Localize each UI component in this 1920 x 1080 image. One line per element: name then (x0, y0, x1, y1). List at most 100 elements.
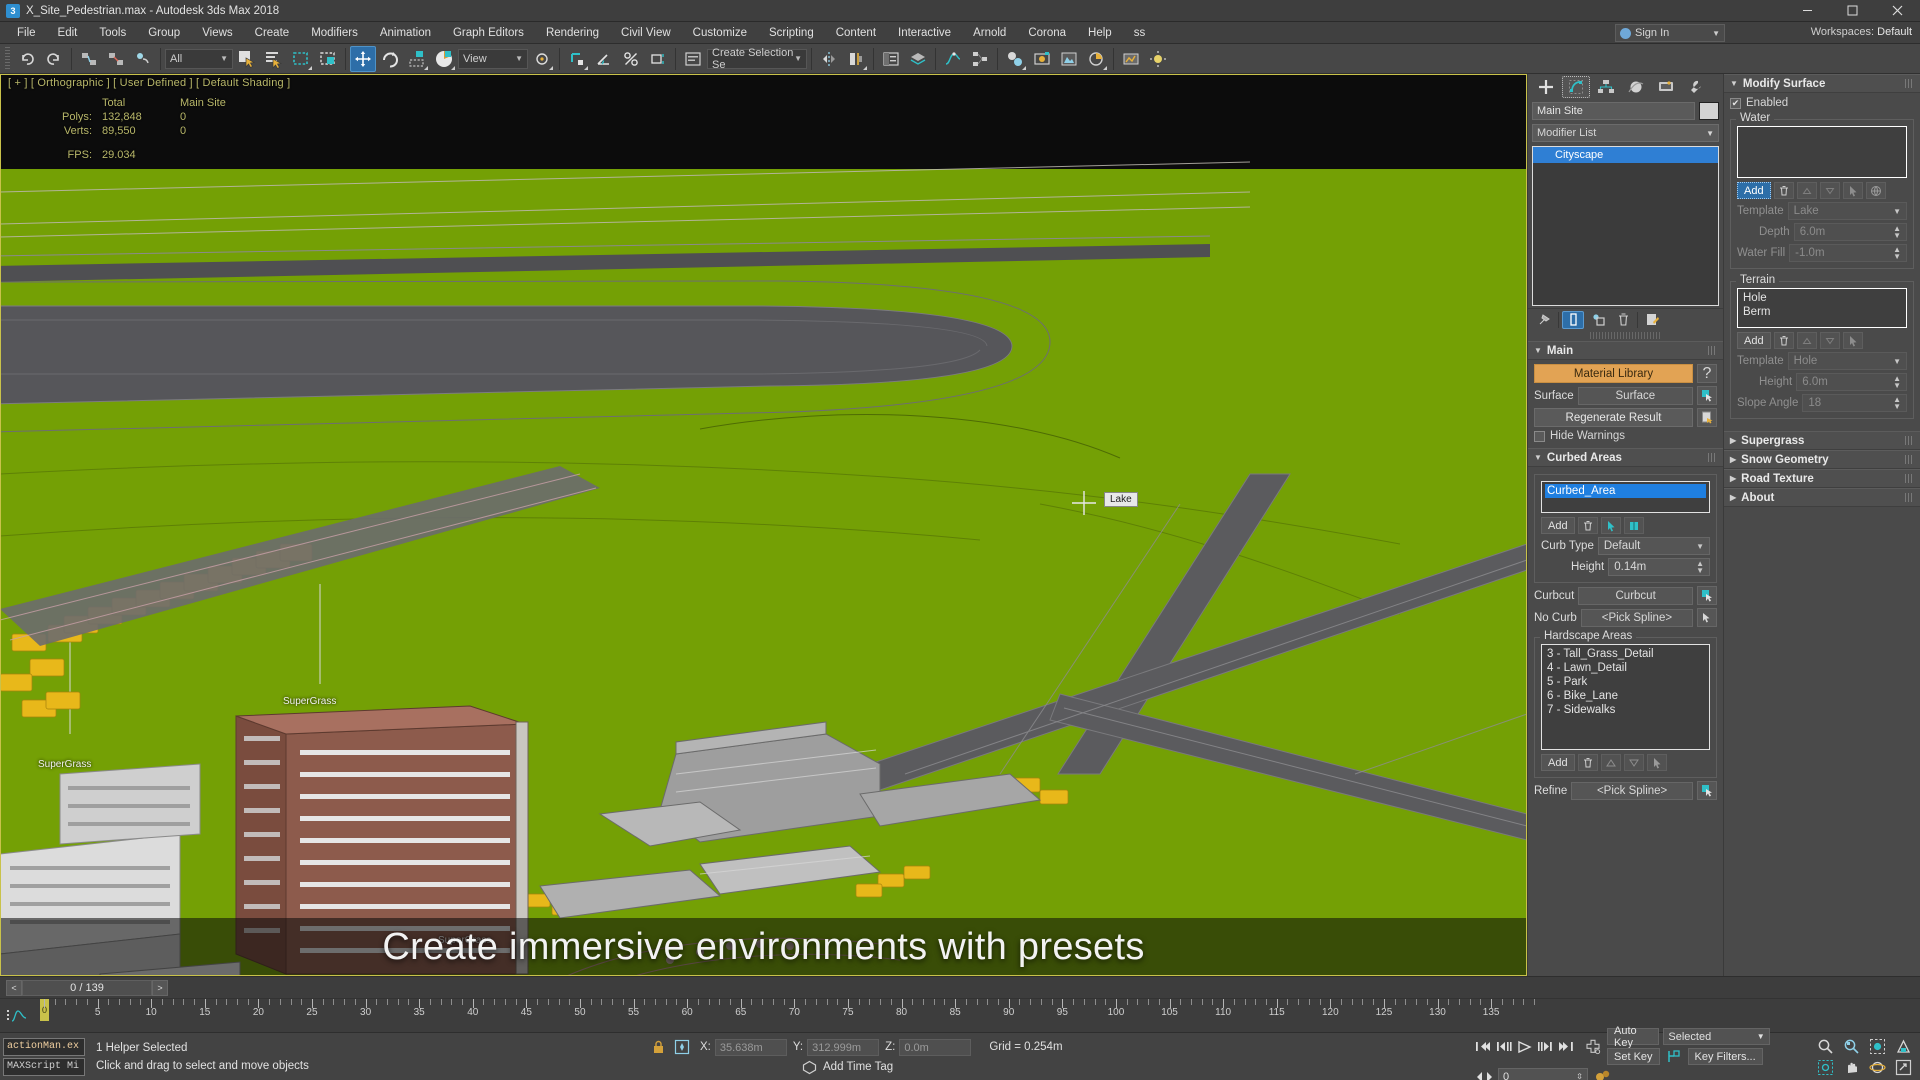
menu-arnold[interactable]: Arnold (962, 24, 1017, 42)
render-setup-button[interactable] (1029, 46, 1055, 72)
remove-modifier-button[interactable] (1612, 311, 1634, 329)
go-to-start-button[interactable] (1474, 1038, 1491, 1055)
snaps-toggle-button[interactable] (564, 46, 590, 72)
hardscape-pick-button[interactable] (1646, 754, 1667, 771)
time-configuration-button[interactable] (1592, 1068, 1612, 1080)
mirror-button[interactable] (816, 46, 842, 72)
water-delete-button[interactable] (1773, 182, 1794, 199)
spinner-icon[interactable]: ▲ ▼ (1696, 560, 1704, 575)
menu-edit[interactable]: Edit (47, 24, 89, 42)
absolute-relative-mode-button[interactable] (674, 1039, 694, 1055)
select-and-rotate-button[interactable] (377, 46, 403, 72)
angle-snap-button[interactable] (591, 46, 617, 72)
previous-frame-button-playback[interactable] (1495, 1038, 1512, 1055)
hide-warnings-checkbox[interactable] (1534, 430, 1545, 442)
rollout-road-texture-header[interactable]: ▶ Road Texture (1724, 469, 1920, 488)
close-button[interactable] (1875, 0, 1920, 22)
toggle-scene-explorer-button[interactable] (878, 46, 904, 72)
panel-grip[interactable] (1590, 332, 1661, 339)
regenerate-options-button[interactable] (1697, 408, 1717, 427)
modify-surface-enabled-row[interactable]: ✔ Enabled (1730, 97, 1914, 109)
named-selection-set-combo[interactable]: Create Selection Se ▼ (707, 47, 807, 71)
pick-surface-button[interactable] (1697, 386, 1717, 405)
curb-type-value[interactable]: Default ▼ (1597, 537, 1710, 555)
curbed-areas-pick-button[interactable] (1600, 517, 1621, 534)
coord-x[interactable]: X: 35.638m (700, 1038, 787, 1056)
menu-civil-view[interactable]: Civil View (610, 24, 682, 42)
hardscape-move-up-button[interactable] (1600, 754, 1621, 771)
workspaces-selector[interactable]: Workspaces: Default (1811, 26, 1912, 38)
curbed-areas-list-item[interactable]: Curbed_Area (1545, 484, 1706, 498)
next-frame-button[interactable]: > (152, 979, 168, 996)
zoom-all-button[interactable] (1840, 1037, 1862, 1055)
modifier-stack-item-cityscape[interactable]: Cityscape (1533, 147, 1718, 163)
unlink-button[interactable] (103, 46, 129, 72)
tab-display[interactable] (1652, 76, 1680, 98)
maxscript-listener-line[interactable]: actionMan.ex (3, 1037, 85, 1056)
auto-key-button[interactable]: Auto Key (1607, 1025, 1660, 1049)
time-slider[interactable]: < 0 / 139 > (6, 979, 168, 996)
object-tag-lake[interactable]: Lake (1104, 492, 1138, 507)
hide-warnings-checkbox-row[interactable]: Hide Warnings (1534, 430, 1717, 442)
menu-corona[interactable]: Corona (1017, 24, 1077, 42)
modifier-list-dropdown[interactable]: Modifier List ▼ (1532, 124, 1719, 142)
zoom-extents-button[interactable] (1866, 1037, 1888, 1055)
tab-hierarchy[interactable] (1592, 76, 1620, 98)
menu-help[interactable]: Help (1077, 24, 1123, 42)
water-add-button[interactable]: Add (1737, 182, 1771, 199)
menu-animation[interactable]: Animation (369, 24, 442, 42)
curbed-areas-preview-button[interactable] (1623, 517, 1644, 534)
orbit-button[interactable] (1866, 1058, 1888, 1076)
rollout-about-header[interactable]: ▶ About (1724, 488, 1920, 507)
water-move-up-button[interactable] (1796, 182, 1817, 199)
material-library-button[interactable]: Material Library (1534, 364, 1693, 383)
timeline-ruler[interactable]: 0 5 10 15 20 25 30 35 40 45 50 55 60 65 70 75 80 85 90 95 1… (38, 999, 1920, 1021)
select-and-link-button[interactable] (76, 46, 102, 72)
pin-stack-button[interactable] (1533, 311, 1555, 329)
surface-value[interactable]: Surface (1577, 386, 1693, 405)
undo-button[interactable] (14, 46, 40, 72)
viewport-perspective[interactable]: Lake SuperGrass SuperGrass SuperGrass [ … (0, 74, 1527, 976)
window-crossing-button[interactable] (315, 46, 341, 72)
go-to-end-button[interactable] (1558, 1038, 1575, 1055)
hardscape-move-down-button[interactable] (1623, 754, 1644, 771)
hardscape-delete-button[interactable] (1577, 754, 1598, 771)
align-button[interactable] (843, 46, 869, 72)
rollout-snow-geometry-header[interactable]: ▶ Snow Geometry (1724, 450, 1920, 469)
hardscape-list-item-3[interactable]: 5 - Park (1545, 675, 1706, 689)
create-key-button[interactable] (1583, 1038, 1603, 1055)
menu-tools[interactable]: Tools (88, 24, 137, 42)
placement-tool-button[interactable] (431, 46, 457, 72)
coord-y-value[interactable]: 312.999m (807, 1038, 880, 1056)
nocurb-value[interactable]: <Pick Spline> (1580, 608, 1693, 627)
water-move-down-button[interactable] (1819, 182, 1840, 199)
edit-named-selection-button[interactable] (680, 46, 706, 72)
place-highlight-button[interactable] (1145, 46, 1171, 72)
material-editor-button[interactable] (1002, 46, 1028, 72)
previous-frame-button[interactable]: < (6, 979, 22, 996)
viewport-label[interactable]: [ + ] [ Orthographic ] [ User Defined ] … (8, 77, 290, 89)
key-mode-nav-button[interactable] (1474, 1068, 1494, 1080)
key-mode-toggle-button[interactable] (1664, 1048, 1684, 1065)
toggle-layer-explorer-button[interactable] (905, 46, 931, 72)
add-time-tag-button[interactable]: Add Time Tag (802, 1060, 893, 1075)
minimize-button[interactable] (1785, 0, 1830, 22)
object-color-swatch[interactable] (1699, 102, 1719, 120)
rectangular-selection-region-button[interactable] (288, 46, 314, 72)
zoom-region-button[interactable] (1814, 1058, 1836, 1076)
make-unique-button[interactable] (1587, 311, 1609, 329)
toolbar-grip[interactable] (5, 46, 10, 71)
current-frame-display[interactable]: 0 / 139 (22, 979, 152, 996)
rollout-supergrass-header[interactable]: ▶ Supergrass (1724, 431, 1920, 450)
coord-z-value[interactable]: 0.0m (899, 1038, 972, 1056)
menu-group[interactable]: Group (137, 24, 191, 42)
material-library-help-button[interactable]: ? (1697, 364, 1717, 383)
curb-height-value[interactable]: 0.14m ▲ ▼ (1608, 558, 1710, 576)
field-of-view-button[interactable] (1892, 1037, 1914, 1055)
modify-surface-enabled-checkbox[interactable]: ✔ (1730, 97, 1741, 109)
maximize-button[interactable] (1830, 0, 1875, 22)
terrain-list-item-hole[interactable]: Hole (1741, 291, 1903, 305)
viewport-container[interactable]: Lake SuperGrass SuperGrass SuperGrass [ … (0, 74, 1527, 976)
sign-in-button[interactable]: Sign In ▼ (1615, 24, 1725, 42)
tab-modify[interactable] (1562, 76, 1590, 98)
